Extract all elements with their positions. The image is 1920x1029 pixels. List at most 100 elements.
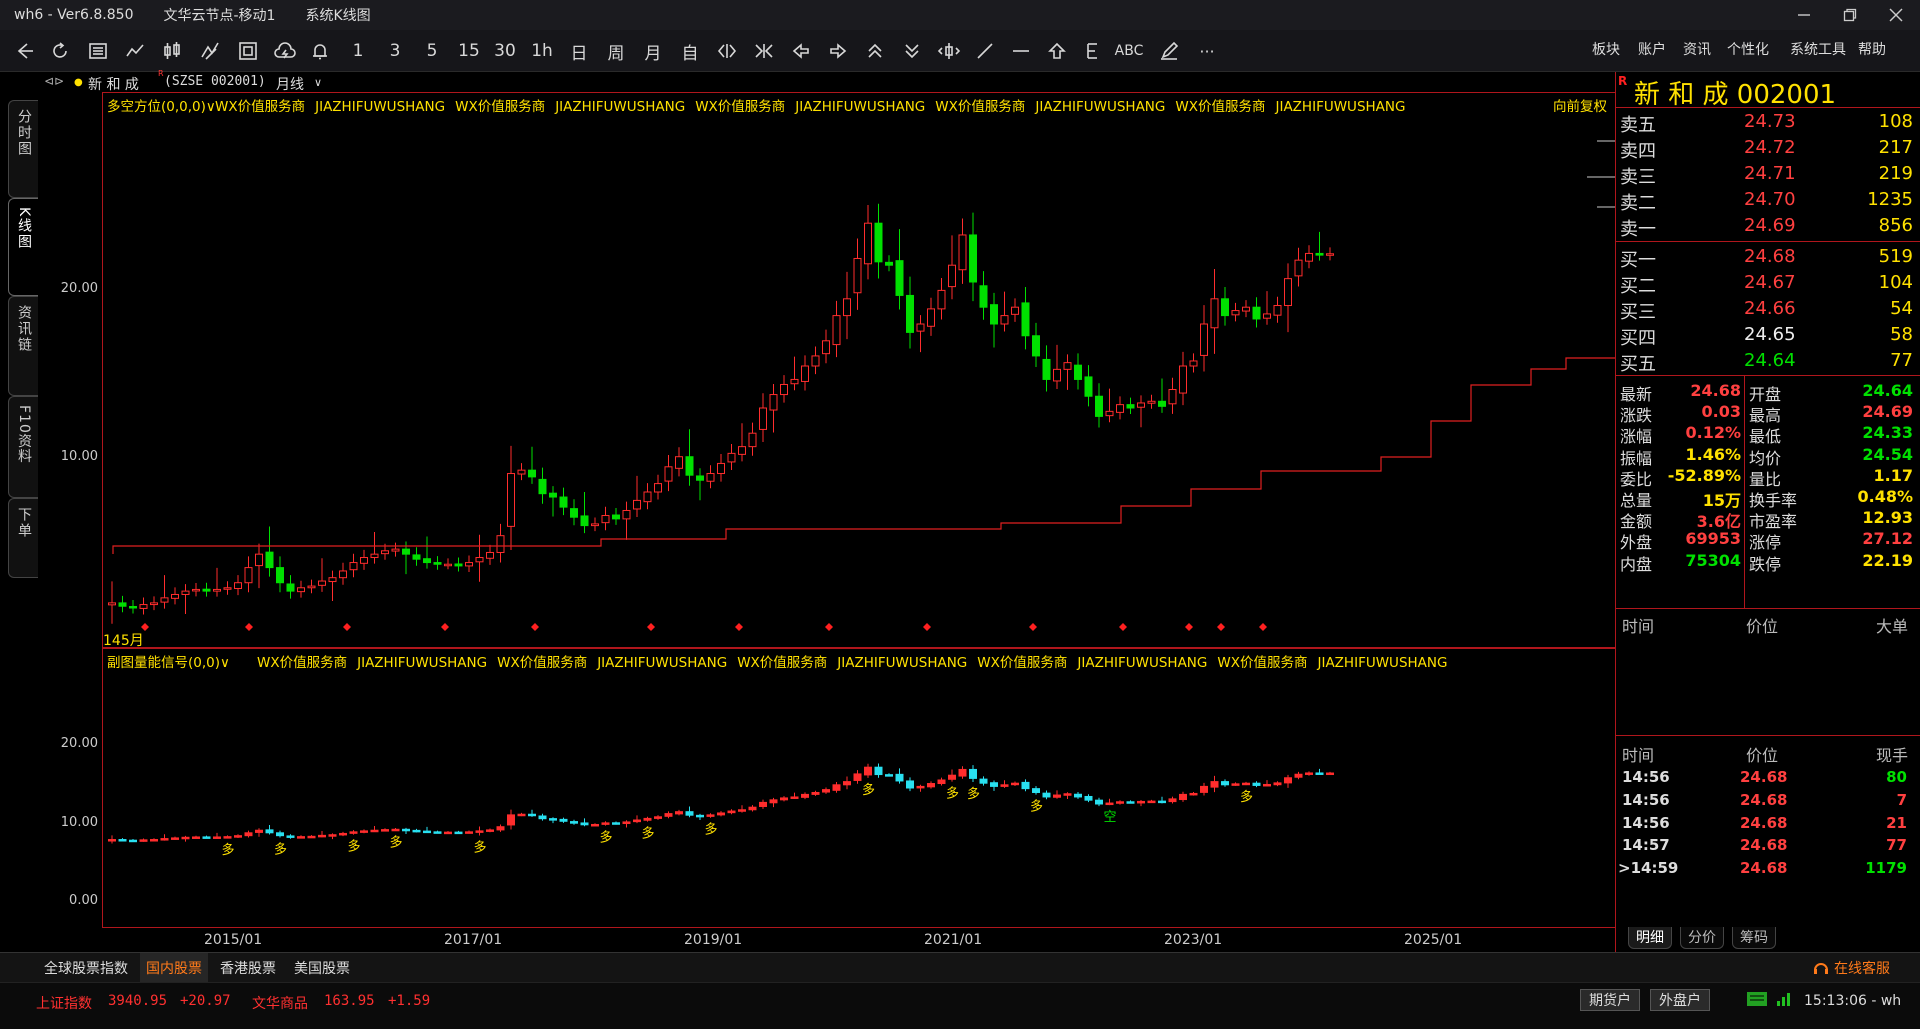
tab-us-stocks[interactable]: 美国股票	[288, 953, 356, 983]
pen-icon[interactable]	[1154, 36, 1184, 66]
candle-body	[433, 562, 442, 565]
sub-candle-body	[874, 766, 883, 776]
main-chart-canvas[interactable]	[103, 93, 1615, 647]
expand-down-icon[interactable]	[897, 36, 927, 66]
tab-domestic-stocks[interactable]: 国内股票	[140, 953, 208, 983]
close-icon[interactable]	[1872, 0, 1920, 30]
sub-indicator-title[interactable]: 副图量能信号(0,0)∨	[107, 651, 230, 671]
arrow-up-icon[interactable]	[1042, 36, 1072, 66]
main-indicator-title[interactable]: 多空方位(0,0,0)∨	[107, 95, 216, 115]
sub-candle-body	[1168, 798, 1177, 803]
period-15min-button[interactable]: 15	[454, 36, 484, 66]
menu-help[interactable]: 帮助	[1858, 39, 1886, 59]
period-30min-button[interactable]: 30	[490, 36, 520, 66]
sub-chart-canvas[interactable]: 多多多多多多多多多多多多空多	[103, 649, 1615, 927]
ask-row[interactable]: 卖三 24.71 219	[1616, 161, 1920, 188]
scroll-right-icon[interactable]	[823, 36, 853, 66]
period-custom-button[interactable]: 自	[675, 36, 705, 66]
candle-body	[601, 515, 610, 524]
period-select[interactable]: 月线	[276, 74, 304, 94]
sub-candle-body	[738, 809, 746, 812]
ask-row[interactable]: 卖五 24.73 108	[1616, 109, 1920, 136]
chevron-down-icon[interactable]: ∨	[220, 655, 230, 671]
period-5min-button[interactable]: 5	[417, 36, 447, 66]
ask-row[interactable]: 卖四 24.72 217	[1616, 135, 1920, 162]
cloud-sync-icon[interactable]	[270, 36, 300, 66]
tab-intraday[interactable]: 分时图	[8, 100, 38, 198]
draw-line-icon[interactable]	[970, 36, 1000, 66]
period-3min-button[interactable]: 3	[380, 36, 410, 66]
chevron-down-icon[interactable]: ∨	[314, 76, 322, 89]
tab-global-indices[interactable]: 全球股票指数	[38, 953, 134, 983]
futures-account-button[interactable]: 期货户	[1580, 989, 1640, 1011]
ask-row[interactable]: 卖一 24.69 856	[1616, 213, 1920, 240]
bid-row[interactable]: 买三 24.66 54	[1616, 296, 1920, 323]
period-1min-button[interactable]: 1	[343, 36, 373, 66]
tab-news-chain[interactable]: 资讯链	[8, 296, 38, 396]
zoom-out-icon[interactable]	[749, 36, 779, 66]
sub-chart-panel[interactable]: 多多多多多多多多多多多多空多 副图量能信号(0,0)∨ WX价值服务商 JIAZH…	[102, 648, 1616, 928]
tab-price-dist[interactable]: 分价	[1680, 927, 1724, 949]
online-service-button[interactable]: 在线客服	[1806, 953, 1896, 983]
menu-account[interactable]: 账户	[1638, 39, 1666, 59]
tab-order[interactable]: 下单	[8, 498, 38, 578]
sub-candle-body	[328, 834, 337, 837]
period-month-button[interactable]: 月	[638, 36, 668, 66]
crosshair-icon[interactable]	[934, 36, 964, 66]
list-icon[interactable]	[83, 36, 113, 66]
period-1h-button[interactable]: 1h	[527, 36, 557, 66]
minimize-icon[interactable]	[1780, 0, 1828, 30]
adjust-mode[interactable]: 向前复权	[1553, 95, 1607, 115]
tab-kline[interactable]: K线图	[8, 198, 38, 296]
sub-candle-body	[381, 829, 389, 832]
ad-text: JIAZHIFUWUSHANG	[357, 655, 488, 671]
expand-up-icon[interactable]	[860, 36, 890, 66]
horizontal-line-icon[interactable]	[1006, 36, 1036, 66]
tab-hk-stocks[interactable]: 香港股票	[214, 953, 282, 983]
signal-duo: 多	[222, 842, 235, 858]
period-week-button[interactable]: 周	[601, 36, 631, 66]
scroll-left-icon[interactable]	[786, 36, 816, 66]
tick-time: 14:56	[1622, 790, 1670, 809]
sub-candle-body	[118, 839, 127, 842]
menu-personalize[interactable]: 个性化	[1727, 39, 1769, 59]
candle-body	[675, 456, 683, 469]
keyboard-icon[interactable]	[1746, 991, 1768, 1011]
candle-body	[234, 582, 242, 590]
tab-f10[interactable]: F10资料	[8, 396, 38, 498]
candlestick-icon[interactable]	[157, 36, 187, 66]
bid-row[interactable]: 买一 24.68 519	[1616, 244, 1920, 271]
refresh-icon[interactable]	[45, 36, 75, 66]
foreign-account-button[interactable]: 外盘户	[1650, 989, 1710, 1011]
bid-row[interactable]: 买五 24.64 77	[1616, 348, 1920, 375]
sub-candle-body	[108, 839, 116, 842]
screenshot-icon[interactable]	[233, 36, 263, 66]
index1-name[interactable]: 上证指数	[36, 993, 92, 1013]
tick-row[interactable]: >14:59 24.68 1179	[1616, 855, 1920, 883]
bar-count: 145月	[103, 633, 144, 649]
back-arrow-icon[interactable]	[10, 36, 40, 66]
fibonacci-icon[interactable]	[1078, 36, 1108, 66]
line-chart-icon[interactable]	[120, 36, 150, 66]
main-chart-panel[interactable]: 多空方位(0,0,0)∨ WX价值服务商 JIAZHIFUWUSHANG WX价值服…	[102, 92, 1616, 649]
more-button[interactable]: ···	[1192, 36, 1222, 66]
link-icon[interactable]: ⊲⊳	[44, 74, 64, 88]
tab-chips[interactable]: 筹码	[1732, 927, 1776, 949]
sub-candle-body	[1252, 782, 1261, 786]
menu-news[interactable]: 资讯	[1683, 39, 1711, 59]
zoom-in-icon[interactable]	[712, 36, 742, 66]
candle-body	[685, 456, 694, 476]
draw-tool-icon[interactable]	[195, 36, 225, 66]
tab-detail[interactable]: 明细	[1628, 927, 1672, 949]
index2-name[interactable]: 文华商品	[252, 993, 308, 1013]
period-day-button[interactable]: 日	[564, 36, 594, 66]
menu-sector[interactable]: 板块	[1592, 39, 1620, 59]
restore-icon[interactable]	[1826, 0, 1874, 30]
stat-value: 12.93	[1862, 508, 1913, 528]
menu-system-tools[interactable]: 系统工具	[1790, 39, 1846, 59]
alert-bell-icon[interactable]	[305, 36, 335, 66]
bid-row[interactable]: 买二 24.67 104	[1616, 270, 1920, 297]
bid-row[interactable]: 买四 24.65 58	[1616, 322, 1920, 349]
text-annotation-button[interactable]: ABC	[1114, 36, 1144, 66]
ask-row[interactable]: 卖二 24.70 1235	[1616, 187, 1920, 214]
